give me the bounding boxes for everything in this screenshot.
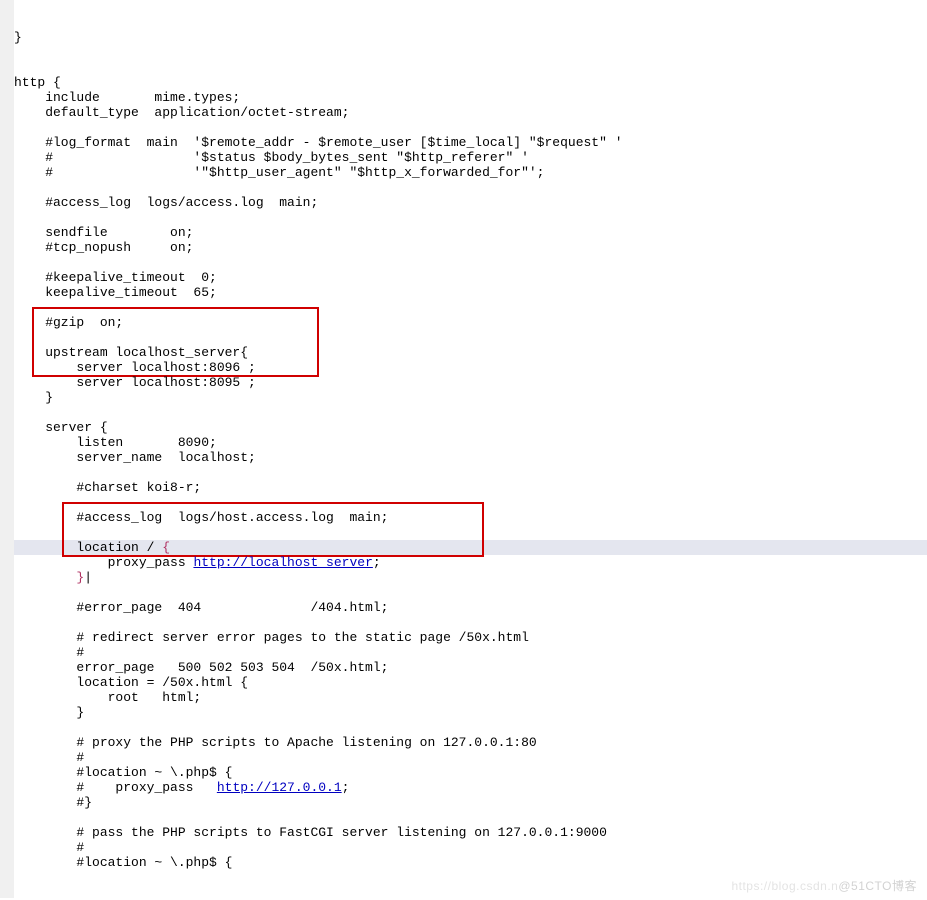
brace-open: { [162,540,170,555]
php-proxy-link[interactable]: http://127.0.0.1 [217,780,342,795]
proxy-pass-link[interactable]: http://localhost_server [193,555,372,570]
code-screenshot-container: } http { include mime.types; default_typ… [0,0,927,898]
code-area: } http { include mime.types; default_typ… [14,0,927,898]
code-text: } http { include mime.types; default_typ… [14,30,927,870]
text-cursor: | [84,570,92,585]
editor-gutter [0,0,14,898]
